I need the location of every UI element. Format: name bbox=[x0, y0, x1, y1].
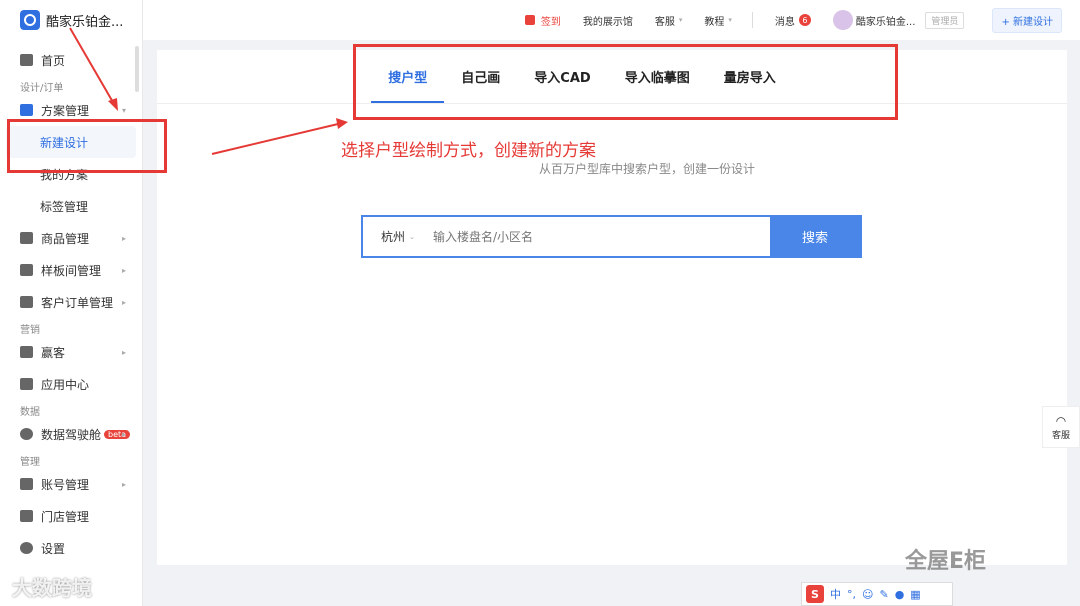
floating-support-label: 客服 bbox=[1051, 430, 1070, 441]
punctuation-icon[interactable]: °, bbox=[847, 588, 856, 601]
annotation-arrow-head bbox=[108, 98, 118, 111]
watermark-left: 大数跨境 bbox=[12, 576, 92, 600]
watermark-right: 全屋E柜 bbox=[905, 549, 987, 574]
headset-icon: ◠ bbox=[1055, 413, 1067, 428]
floating-support-button[interactable]: ◠ 客服 bbox=[1042, 406, 1080, 448]
grid-icon[interactable]: ▦ bbox=[910, 588, 920, 601]
annotation-arrow-line bbox=[211, 123, 339, 155]
sogou-logo-icon[interactable]: S bbox=[806, 585, 824, 603]
annotation-arrow-head bbox=[336, 118, 348, 129]
ime-lang-toggle[interactable]: 中 bbox=[830, 586, 841, 602]
microphone-icon[interactable]: ● bbox=[895, 588, 905, 601]
annotation-arrows bbox=[69, 27, 348, 155]
emoji-icon[interactable]: ☺ bbox=[862, 588, 873, 601]
ime-toolbar: S 中 °, ☺ ✎ ● ▦ bbox=[801, 582, 953, 606]
pen-icon[interactable]: ✎ bbox=[879, 588, 888, 601]
annotation-arrow-line bbox=[69, 27, 115, 105]
